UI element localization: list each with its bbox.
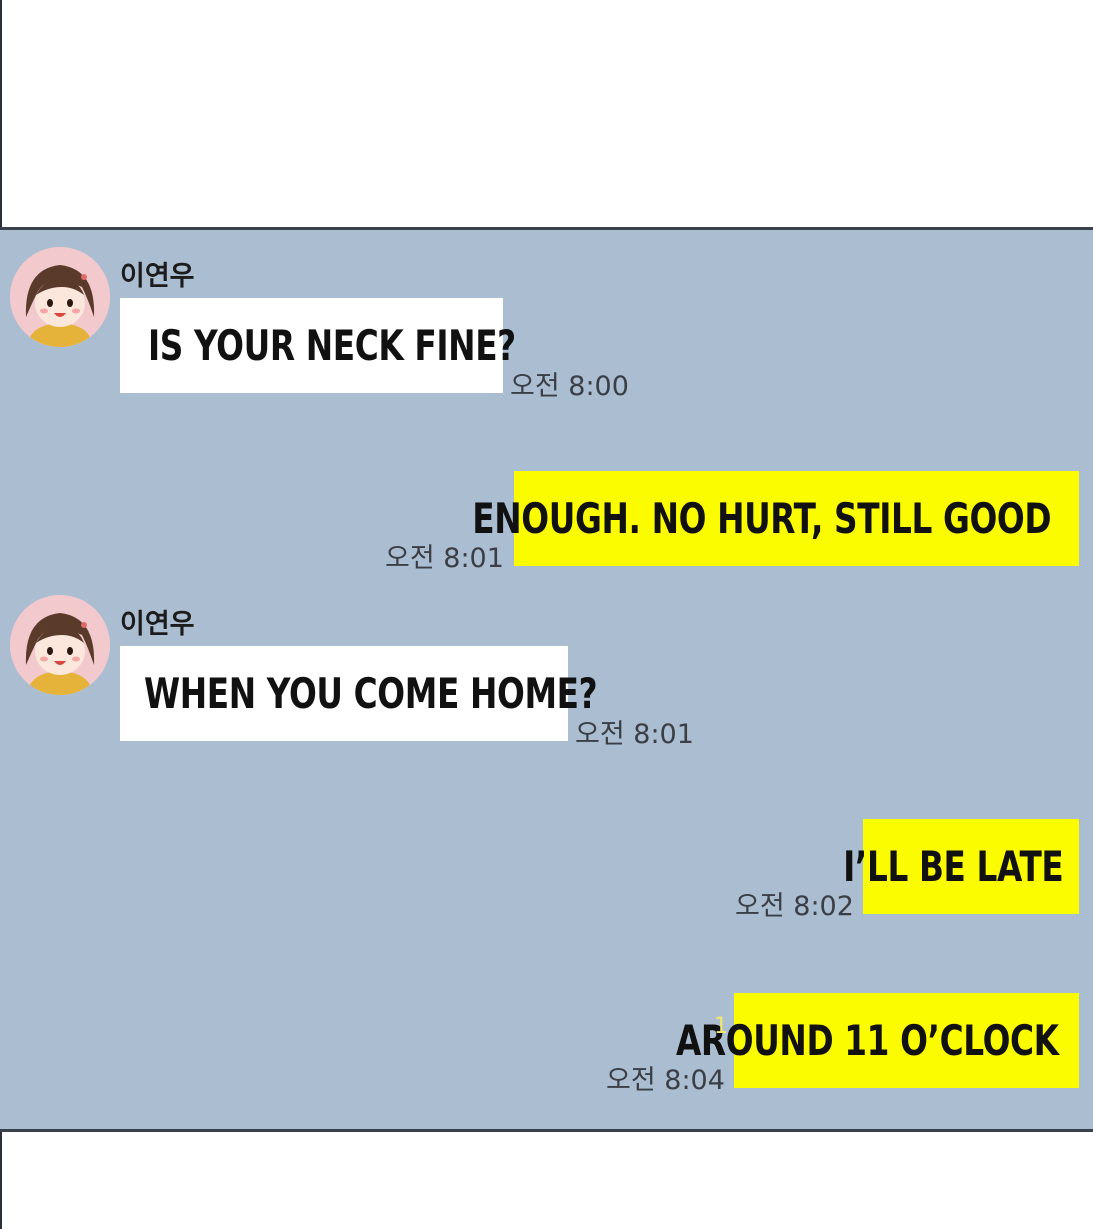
incoming-message-bubble[interactable]: IS YOUR NECK FINE? <box>120 298 516 393</box>
message-time: 오전 8:00 <box>510 371 629 402</box>
chat-panel[interactable]: 이연우 IS YOUR NECK FINE? 오전 8:00 ENOUGH. N… <box>0 227 1093 1132</box>
sender-avatar[interactable] <box>10 595 110 695</box>
unread-count-badge: 1 <box>714 1014 728 1039</box>
message-text: IS YOUR NECK FINE? <box>148 321 516 370</box>
outgoing-message-bubble[interactable]: ENOUGH. NO HURT, STILL GOOD <box>472 471 1079 566</box>
message-time: 오전 8:01 <box>575 719 694 750</box>
message-time: 오전 8:01 <box>385 543 504 574</box>
incoming-message-bubble[interactable]: WHEN YOU COME HOME? <box>120 646 598 741</box>
message-time: 오전 8:04 <box>606 1065 725 1096</box>
sender-name: 이연우 <box>120 609 195 640</box>
message-text: AROUND 11 O’CLOCK <box>676 1016 1059 1065</box>
message-text: I’LL BE LATE <box>842 842 1064 891</box>
girl-avatar-icon <box>10 595 110 695</box>
outgoing-message-bubble[interactable]: I’LL BE LATE <box>843 819 1079 914</box>
sender-name: 이연우 <box>120 261 195 292</box>
sender-avatar[interactable] <box>10 247 110 347</box>
girl-avatar-icon <box>10 247 110 347</box>
message-time: 오전 8:02 <box>735 891 854 922</box>
message-text: WHEN YOU COME HOME? <box>144 669 598 718</box>
outgoing-message-bubble[interactable]: AROUND 11 O’CLOCK <box>676 993 1079 1088</box>
message-text: ENOUGH. NO HURT, STILL GOOD <box>472 494 1051 543</box>
